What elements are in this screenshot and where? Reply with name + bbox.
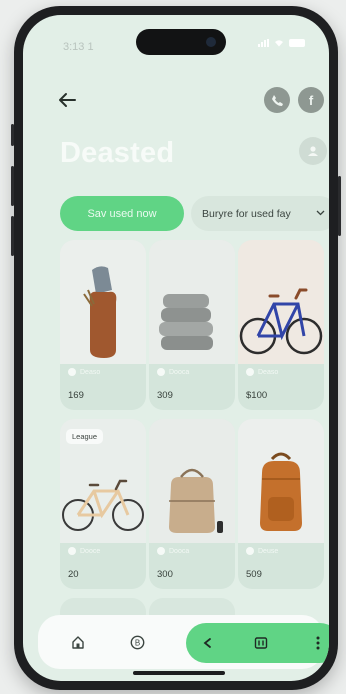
tag-icon (157, 368, 165, 376)
card-meta: Deuse (246, 547, 278, 555)
scan-icon[interactable] (253, 635, 269, 651)
card-price: 309 (157, 390, 173, 401)
vase-with-towel-image (60, 240, 146, 364)
card-meta: Deaso (68, 368, 100, 376)
page-title: Deasted (60, 137, 175, 169)
back-chevron-icon[interactable] (200, 635, 216, 651)
power-button (338, 176, 341, 236)
product-card[interactable]: Dooca 300 (149, 419, 235, 589)
volume-down-button (11, 216, 14, 256)
canvas-tote-bag-image (149, 419, 235, 543)
card-price: $100 (246, 390, 268, 401)
app-screen: 3:13 1 f Deasted Sav used now Buryre for… (23, 15, 329, 681)
card-meta: Dooca (157, 368, 189, 376)
card-price: 20 (68, 569, 79, 580)
profile-badge-icon[interactable]: B (129, 633, 145, 651)
back-arrow-icon[interactable] (57, 91, 77, 109)
phone-frame: 3:13 1 f Deasted Sav used now Buryre for… (11, 6, 341, 690)
tag-icon (68, 368, 76, 376)
folded-towels-image (149, 240, 235, 364)
action-pill (186, 623, 329, 663)
svg-text:B: B (134, 638, 139, 647)
signal-icon (258, 39, 269, 47)
status-icons (258, 39, 305, 47)
orange-backpack-image (238, 419, 324, 543)
wifi-icon (275, 40, 283, 47)
home-indicator (133, 671, 225, 675)
card-price: 169 (68, 390, 84, 401)
profile-icon[interactable] (299, 137, 327, 165)
product-card[interactable]: League Dooce 20 (60, 419, 146, 589)
card-price: 300 (157, 569, 173, 580)
product-card[interactable]: Dooca 309 (149, 240, 235, 410)
product-card[interactable]: Deuse 509 (238, 419, 324, 589)
tag-icon (157, 547, 165, 555)
card-meta: Dooca (157, 547, 189, 555)
select-label: Buryre for used fay (202, 207, 291, 220)
facebook-icon[interactable]: f (298, 87, 324, 113)
battery-icon (289, 39, 305, 47)
more-vertical-icon[interactable] (310, 635, 326, 651)
card-meta: Dooce (68, 547, 100, 555)
tag-icon (246, 547, 254, 555)
sav-used-now-button[interactable]: Sav used now (60, 196, 184, 231)
league-badge: League (66, 429, 104, 444)
mute-switch (11, 124, 14, 146)
card-meta: Deaso (246, 368, 278, 376)
card-price: 509 (246, 569, 262, 580)
dynamic-island (136, 29, 226, 55)
volume-up-button (11, 166, 14, 206)
bottom-nav-bar: B (38, 615, 329, 669)
phone-icon[interactable] (264, 87, 290, 113)
product-card[interactable]: Deaso $100 (238, 240, 324, 410)
blue-bicycle-image (238, 240, 324, 364)
tag-icon (246, 368, 254, 376)
chevron-down-icon (316, 210, 325, 216)
home-icon[interactable] (70, 633, 86, 651)
product-card[interactable]: Deaso 169 (60, 240, 146, 410)
status-time: 3:13 1 (63, 41, 94, 53)
used-filter-select[interactable]: Buryre for used fay (191, 196, 329, 231)
tag-icon (68, 547, 76, 555)
